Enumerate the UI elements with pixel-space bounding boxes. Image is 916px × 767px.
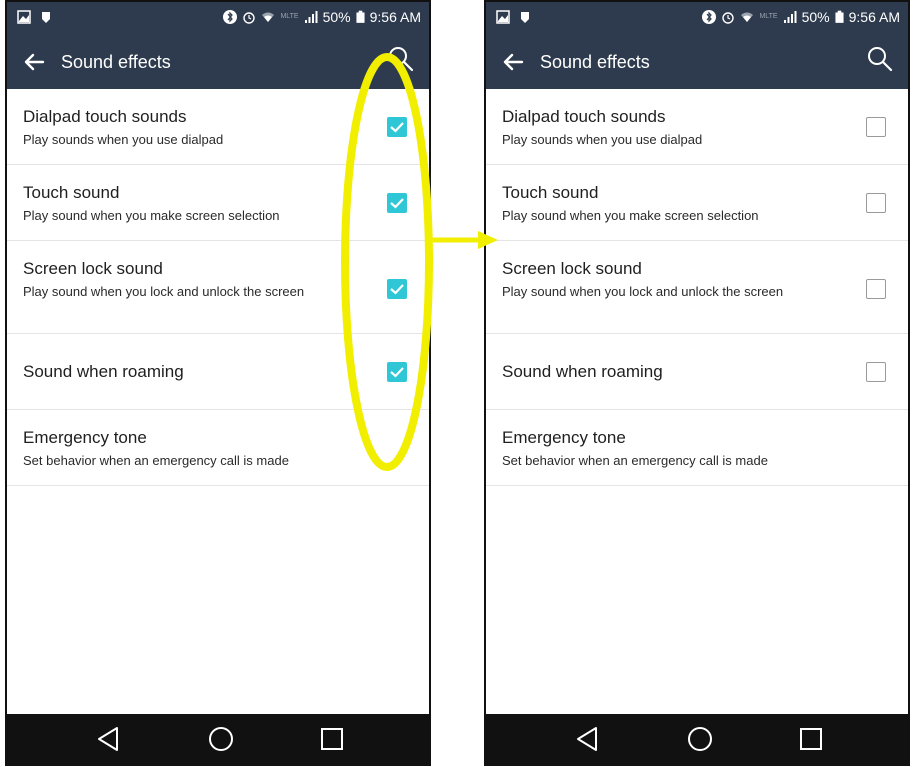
setting-row-sound-when-roaming[interactable]: Sound when roaming <box>486 334 908 410</box>
triangle-back-icon[interactable] <box>95 725 121 753</box>
screen-lock-sound-checkbox[interactable] <box>387 279 407 299</box>
check-icon <box>390 198 404 209</box>
page-title: Sound effects <box>61 52 171 72</box>
search-icon[interactable] <box>866 45 894 73</box>
phone-screen-after: MLTE 50% 9:56 AM Sound effects Dialpad t… <box>484 0 910 766</box>
page-title: Sound effects <box>540 52 650 72</box>
setting-row-dialpad-touch-sounds[interactable]: Dialpad touch sounds Play sounds when yo… <box>486 89 908 165</box>
circle-home-icon[interactable] <box>686 725 714 753</box>
setting-row-touch-sound[interactable]: Touch sound Play sound when you make scr… <box>7 165 429 241</box>
setting-title: Touch sound <box>23 183 120 202</box>
touch-sound-checkbox[interactable] <box>387 193 407 213</box>
check-icon <box>390 367 404 378</box>
setting-title: Screen lock sound <box>502 259 642 278</box>
screen-lock-sound-checkbox[interactable] <box>866 279 886 299</box>
square-recent-icon[interactable] <box>798 725 824 753</box>
gallery-notification-icon <box>496 10 510 24</box>
setting-summary: Play sounds when you use dialpad <box>23 132 224 147</box>
arrow-left-icon[interactable] <box>500 49 526 75</box>
network-type: MLTE <box>759 13 778 20</box>
navigation-bar <box>7 714 429 764</box>
app-bar: Sound effects <box>7 34 429 89</box>
sound-when-roaming-checkbox[interactable] <box>387 362 407 382</box>
download-notification-icon <box>42 12 50 23</box>
arrow-left-icon[interactable] <box>21 49 47 75</box>
setting-title: Dialpad touch sounds <box>23 107 187 126</box>
download-notification-icon <box>521 12 529 23</box>
alarm-icon <box>722 12 735 24</box>
bluetooth-icon <box>702 10 717 24</box>
setting-title: Emergency tone <box>23 428 147 447</box>
setting-title: Touch sound <box>502 183 599 202</box>
setting-row-screen-lock-sound[interactable]: Screen lock sound Play sound when you lo… <box>486 241 908 334</box>
setting-summary: Set behavior when an emergency call is m… <box>23 453 289 468</box>
square-recent-icon[interactable] <box>319 725 345 753</box>
status-bar: MLTE 50% 9:56 AM <box>486 2 908 34</box>
signal-icon <box>304 11 318 23</box>
setting-summary: Play sound when you make screen selectio… <box>23 208 280 223</box>
setting-row-sound-when-roaming[interactable]: Sound when roaming <box>7 334 429 410</box>
network-type: MLTE <box>280 13 299 20</box>
search-icon[interactable] <box>387 45 415 73</box>
bluetooth-icon <box>223 10 238 24</box>
status-time: 9:56 AM <box>369 9 421 25</box>
signal-icon <box>783 11 797 23</box>
setting-title: Dialpad touch sounds <box>502 107 666 126</box>
app-bar: Sound effects <box>486 34 908 89</box>
status-bar: MLTE 50% 9:56 AM <box>7 2 429 34</box>
battery-icon <box>835 10 844 23</box>
phone-screen-before: MLTE 50% 9:56 AM Sound effects Dialpad t… <box>5 0 431 766</box>
battery-icon <box>356 10 365 23</box>
dialpad-touch-sounds-checkbox[interactable] <box>866 117 886 137</box>
check-icon <box>390 122 404 133</box>
setting-title: Screen lock sound <box>23 259 163 278</box>
setting-row-screen-lock-sound[interactable]: Screen lock sound Play sound when you lo… <box>7 241 429 334</box>
check-icon <box>390 284 404 295</box>
settings-list: Dialpad touch sounds Play sounds when yo… <box>7 89 429 486</box>
setting-summary: Play sound when you lock and unlock the … <box>502 284 784 299</box>
battery-percent: 50% <box>801 9 830 25</box>
sound-when-roaming-checkbox[interactable] <box>866 362 886 382</box>
wifi-icon <box>262 12 275 22</box>
setting-row-dialpad-touch-sounds[interactable]: Dialpad touch sounds Play sounds when yo… <box>7 89 429 165</box>
wifi-icon <box>741 12 754 22</box>
status-time: 9:56 AM <box>848 9 900 25</box>
setting-row-touch-sound[interactable]: Touch sound Play sound when you make scr… <box>486 165 908 241</box>
setting-row-emergency-tone[interactable]: Emergency tone Set behavior when an emer… <box>7 410 429 486</box>
setting-summary: Play sound when you make screen selectio… <box>502 208 759 223</box>
alarm-icon <box>243 12 256 24</box>
touch-sound-checkbox[interactable] <box>866 193 886 213</box>
settings-list: Dialpad touch sounds Play sounds when yo… <box>486 89 908 486</box>
setting-title: Sound when roaming <box>502 362 663 381</box>
battery-percent: 50% <box>322 9 351 25</box>
setting-summary: Play sound when you lock and unlock the … <box>23 284 305 299</box>
setting-row-emergency-tone[interactable]: Emergency tone Set behavior when an emer… <box>486 410 908 486</box>
triangle-back-icon[interactable] <box>574 725 600 753</box>
gallery-notification-icon <box>17 10 31 24</box>
dialpad-touch-sounds-checkbox[interactable] <box>387 117 407 137</box>
setting-title: Sound when roaming <box>23 362 184 381</box>
setting-summary: Play sounds when you use dialpad <box>502 132 703 147</box>
circle-home-icon[interactable] <box>207 725 235 753</box>
setting-title: Emergency tone <box>502 428 626 447</box>
setting-summary: Set behavior when an emergency call is m… <box>502 453 768 468</box>
navigation-bar <box>486 714 908 764</box>
